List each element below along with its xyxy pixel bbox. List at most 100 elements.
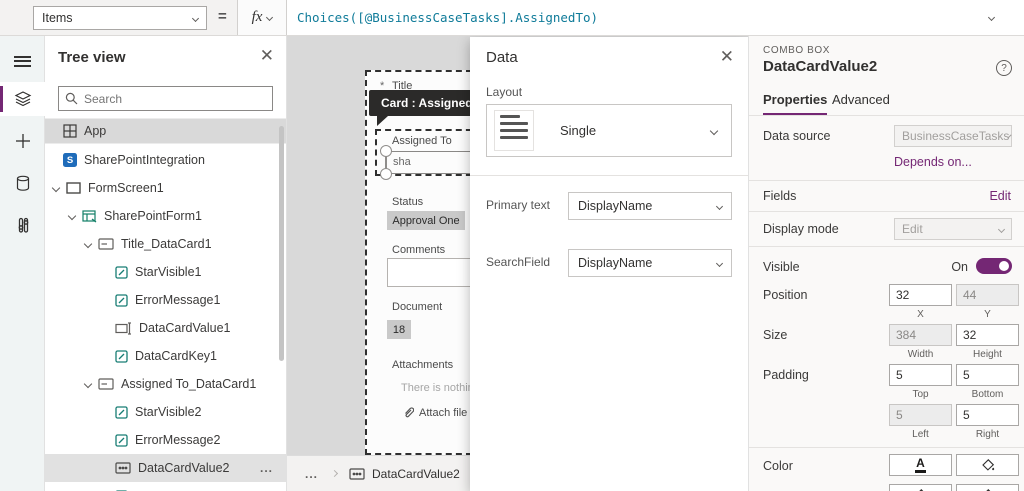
insert-button[interactable] (0, 124, 45, 158)
fx-button[interactable]: fx (237, 0, 287, 35)
screen-icon (66, 182, 81, 194)
data-flyout-panel: Data ✕ Layout Single Primary text Displa… (470, 37, 748, 491)
tree-item-label: DataCardValue2 (138, 461, 230, 475)
tree-search[interactable] (58, 86, 273, 111)
resize-handle[interactable] (380, 168, 392, 180)
control-name: DataCardValue2 (763, 58, 878, 75)
tree-scrollbar[interactable] (279, 126, 284, 361)
tab-properties[interactable]: Properties (763, 92, 828, 116)
selection-color-button-clipped[interactable] (889, 484, 952, 491)
primary-text-dropdown[interactable]: DisplayName (568, 192, 732, 220)
tree-item-datacardkey1[interactable]: DataCardKey1 (45, 342, 286, 370)
padding-top-value: 5 (896, 368, 903, 382)
divider (749, 115, 1024, 116)
close-icon[interactable]: ✕ (720, 47, 734, 67)
tree-item-datacardvalue2-selected[interactable]: DataCardValue2 ... (45, 454, 286, 482)
position-y-value: 44 (963, 288, 977, 302)
label-icon (115, 293, 128, 307)
attachments-label: Attachments (392, 359, 454, 371)
property-selector[interactable]: Items (33, 6, 207, 30)
search-input[interactable] (84, 91, 266, 106)
divider (470, 175, 748, 176)
padding-bottom-value: 5 (963, 368, 970, 382)
tree-item-label: DataCardKey1 (135, 349, 217, 363)
padding-left-value: 5 (896, 408, 903, 422)
paint-bucket-icon (981, 459, 994, 471)
card-tooltip-pointer (377, 116, 388, 126)
help-icon[interactable]: ? (996, 60, 1012, 76)
padding-right-input[interactable]: 5 (956, 404, 1019, 426)
size-width-input[interactable]: 384 (889, 324, 952, 346)
tree-item-assignedto-datacard1[interactable]: Assigned To_DataCard1 (45, 370, 286, 398)
data-source-dropdown[interactable]: BusinessCaseTasks (894, 125, 1013, 147)
position-x-input[interactable]: 32 (889, 284, 952, 306)
padding-left-input[interactable]: 5 (889, 404, 952, 426)
attach-file-link[interactable]: Attach file (403, 406, 467, 419)
status-value[interactable]: Approval One (387, 211, 465, 230)
fill-color-button[interactable] (956, 454, 1019, 476)
visible-toggle[interactable] (976, 258, 1012, 274)
document-value[interactable]: 18 (387, 320, 411, 339)
tree-item-app[interactable]: App (45, 118, 286, 144)
width-label: Width (907, 349, 934, 360)
fields-edit-link[interactable]: Edit (989, 189, 1011, 203)
row-menu-ellipsis-icon[interactable]: ... (260, 461, 273, 475)
resize-handle[interactable] (380, 145, 392, 157)
tree-item-errormessage1[interactable]: ErrorMessage1 (45, 286, 286, 314)
padding-top-input[interactable]: 5 (889, 364, 952, 386)
tree-item-formscreen1[interactable]: FormScreen1 (45, 174, 286, 202)
chevron-down-icon (715, 202, 724, 210)
data-sources-button[interactable] (0, 166, 45, 200)
chevron-expanded-icon[interactable] (67, 211, 77, 221)
chevron-expanded-icon[interactable] (83, 239, 93, 249)
assigned-to-label: Assigned To (392, 135, 452, 147)
breadcrumb-item-datacardvalue2[interactable]: DataCardValue2 (349, 467, 460, 481)
hamburger-menu-button[interactable] (0, 44, 45, 78)
tree-item-sharepointform1[interactable]: SharePointForm1 (45, 202, 286, 230)
tree-item-clipped[interactable] (45, 482, 286, 491)
layout-dropdown[interactable]: Single (486, 104, 732, 157)
chevron-expanded-icon[interactable] (51, 183, 61, 193)
close-icon[interactable]: ✕ (260, 46, 274, 66)
size-height-input[interactable]: 32 (956, 324, 1019, 346)
tree-item-label: ErrorMessage2 (135, 433, 221, 447)
tree-item-starvisible2[interactable]: StarVisible2 (45, 398, 286, 426)
tree-view-button[interactable] (0, 82, 45, 116)
top-label: Top (912, 389, 929, 400)
chevron-down-icon (191, 14, 200, 22)
padding-label: Padding (763, 368, 809, 382)
tab-advanced[interactable]: Advanced (832, 92, 890, 113)
position-y-input[interactable]: 44 (956, 284, 1019, 306)
formula-input[interactable]: Choices([@BusinessCaseTasks].AssignedTo) (287, 0, 1024, 35)
tree-item-label: StarVisible1 (135, 265, 202, 279)
height-label: Height (973, 349, 1002, 360)
tree-item-errormessage2[interactable]: ErrorMessage2 (45, 426, 286, 454)
tree-item-starvisible1[interactable]: StarVisible1 (45, 258, 286, 286)
label-icon (115, 265, 128, 279)
display-mode-value: Edit (902, 222, 923, 236)
padding-bottom-input[interactable]: 5 (956, 364, 1019, 386)
layout-value: Single (560, 123, 597, 138)
tree-item-title-datacard1[interactable]: Title_DataCard1 (45, 230, 286, 258)
attach-file-label: Attach file (419, 406, 468, 419)
chevron-down-icon (709, 126, 719, 135)
divider (749, 447, 1024, 448)
app-icon (63, 124, 77, 138)
selection-fill-button-clipped[interactable] (956, 484, 1019, 491)
tree-item-datacardvalue1[interactable]: DataCardValue1 (45, 314, 286, 342)
label-icon (115, 349, 128, 363)
chevron-down-icon (266, 13, 274, 22)
text-input-icon (115, 321, 131, 335)
display-mode-dropdown[interactable]: Edit (894, 218, 1012, 240)
primary-text-value: DisplayName (578, 199, 653, 213)
breadcrumb-ellipsis[interactable]: ... (305, 467, 318, 481)
font-color-button[interactable]: A (889, 454, 952, 476)
search-field-dropdown[interactable]: DisplayName (568, 249, 732, 277)
y-axis-label: Y (984, 309, 991, 320)
chevron-expanded-icon[interactable] (83, 379, 93, 389)
depends-on-link[interactable]: Depends on... (894, 155, 972, 169)
visible-state-label: On (951, 260, 968, 274)
tree-item-sharepointintegration[interactable]: S SharePointIntegration (45, 146, 286, 174)
advanced-tools-button[interactable] (0, 208, 45, 242)
tree-item-label: StarVisible2 (135, 405, 202, 419)
